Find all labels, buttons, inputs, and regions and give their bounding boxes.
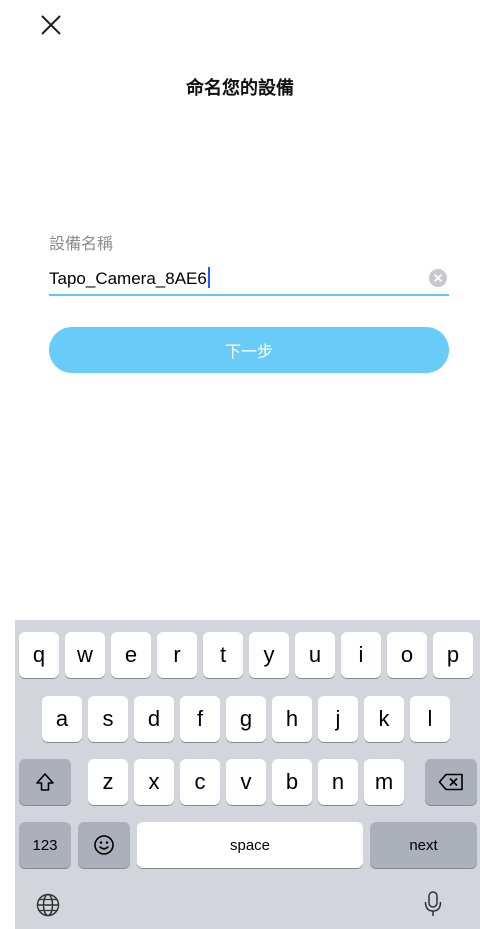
microphone-icon: [424, 891, 442, 916]
key-c[interactable]: c: [180, 759, 220, 805]
key-w[interactable]: w: [65, 632, 105, 678]
text-caret: [207, 267, 210, 288]
key-l[interactable]: l: [410, 696, 450, 742]
close-button[interactable]: [36, 10, 66, 40]
close-icon: [41, 15, 61, 35]
shift-key[interactable]: [19, 759, 71, 805]
key-d[interactable]: d: [134, 696, 174, 742]
key-s[interactable]: s: [88, 696, 128, 742]
device-name-value: Tapo_Camera_8AE6: [49, 269, 207, 288]
key-b[interactable]: b: [272, 759, 312, 805]
key-q[interactable]: q: [19, 632, 59, 678]
delete-key[interactable]: [425, 759, 477, 805]
key-h[interactable]: h: [272, 696, 312, 742]
key-e[interactable]: e: [111, 632, 151, 678]
key-p[interactable]: p: [433, 632, 473, 678]
key-t[interactable]: t: [203, 632, 243, 678]
next-key[interactable]: next: [370, 822, 477, 868]
key-f[interactable]: f: [180, 696, 220, 742]
next-button[interactable]: 下一步: [49, 327, 449, 373]
device-name-label: 設備名稱: [49, 234, 114, 253]
shift-icon: [36, 773, 54, 791]
page-title: 命名您的設備: [186, 78, 294, 99]
key-r[interactable]: r: [157, 632, 197, 678]
globe-button[interactable]: [33, 890, 63, 920]
key-n[interactable]: n: [318, 759, 358, 805]
emoji-icon: [94, 835, 114, 855]
key-z[interactable]: z: [88, 759, 128, 805]
key-o[interactable]: o: [387, 632, 427, 678]
clear-icon: [433, 273, 443, 283]
key-k[interactable]: k: [364, 696, 404, 742]
keyboard: q w e r t y u i o p a s d f g h j k l z …: [15, 620, 480, 929]
key-v[interactable]: v: [226, 759, 266, 805]
globe-icon: [36, 893, 60, 917]
key-g[interactable]: g: [226, 696, 266, 742]
key-u[interactable]: u: [295, 632, 335, 678]
device-name-field[interactable]: Tapo_Camera_8AE6: [49, 262, 449, 296]
device-name-input[interactable]: Tapo_Camera_8AE6: [49, 267, 210, 289]
key-x[interactable]: x: [134, 759, 174, 805]
key-i[interactable]: i: [341, 632, 381, 678]
key-y[interactable]: y: [249, 632, 289, 678]
delete-icon: [438, 773, 463, 791]
emoji-key[interactable]: [78, 822, 130, 868]
numbers-key[interactable]: 123: [19, 822, 71, 868]
key-m[interactable]: m: [364, 759, 404, 805]
key-j[interactable]: j: [318, 696, 358, 742]
key-a[interactable]: a: [42, 696, 82, 742]
space-key[interactable]: space: [137, 822, 363, 868]
microphone-button[interactable]: [418, 888, 448, 920]
clear-button[interactable]: [429, 269, 447, 287]
